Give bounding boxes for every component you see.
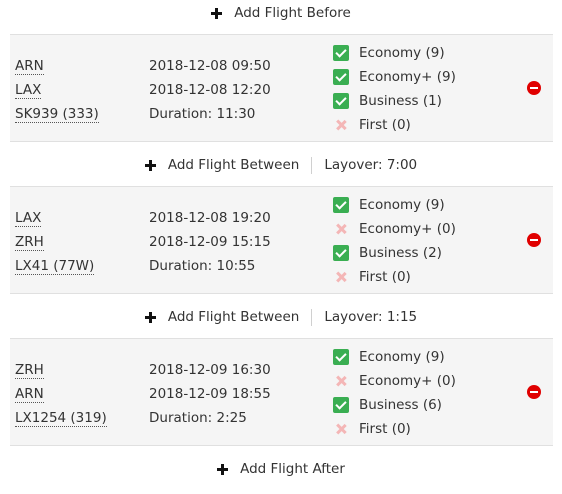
flight-number[interactable]: LX1254 (319)	[15, 410, 107, 427]
add-after-row: Add Flight After	[0, 457, 562, 481]
class-label: Business (6)	[359, 397, 442, 413]
class-option[interactable]: First (0)	[333, 417, 483, 441]
departure-time: 2018-12-09 16:30	[149, 362, 271, 378]
class-option[interactable]: First (0)	[333, 113, 483, 137]
plus-icon	[217, 463, 229, 475]
checkbox-checked-icon[interactable]	[333, 197, 349, 213]
flight-card: ARN LAX SK939 (333) 2018-12-08 09:50 201…	[10, 34, 553, 142]
divider	[311, 156, 313, 174]
duration: Duration: 10:55	[149, 258, 256, 274]
destination-airport[interactable]: LAX	[15, 82, 42, 99]
class-label: Business (1)	[359, 93, 442, 109]
class-label: Economy+ (0)	[359, 221, 456, 237]
class-list: Economy (9) Economy+ (0) Business (6) Fi…	[333, 345, 483, 441]
class-option[interactable]: Economy (9)	[333, 41, 483, 65]
class-option[interactable]: Business (1)	[333, 89, 483, 113]
add-flight-between-label: Add Flight Between	[167, 157, 300, 173]
add-flight-between-button[interactable]: Add Flight Between	[144, 309, 300, 325]
class-option[interactable]: Economy (9)	[333, 193, 483, 217]
cross-icon[interactable]	[333, 117, 349, 133]
times-column: 2018-12-09 16:30 2018-12-09 18:55 Durati…	[149, 358, 319, 430]
class-label: First (0)	[359, 269, 411, 285]
add-flight-before-button[interactable]: Add Flight Before	[211, 5, 351, 21]
cross-icon[interactable]	[333, 421, 349, 437]
class-list: Economy (9) Economy+ (0) Business (2) Fi…	[333, 193, 483, 289]
checkbox-checked-icon[interactable]	[333, 69, 349, 85]
add-flight-after-button[interactable]: Add Flight After	[217, 461, 345, 477]
class-label: Business (2)	[359, 245, 442, 261]
add-flight-after-label: Add Flight After	[240, 461, 345, 477]
divider	[311, 308, 313, 326]
departure-time: 2018-12-08 19:20	[149, 210, 271, 226]
checkbox-checked-icon[interactable]	[333, 245, 349, 261]
arrival-time: 2018-12-08 12:20	[149, 82, 271, 98]
class-option[interactable]: Economy+ (0)	[333, 217, 483, 241]
origin-airport[interactable]: ARN	[15, 58, 44, 75]
arrival-time: 2018-12-09 18:55	[149, 386, 271, 402]
class-list: Economy (9) Economy+ (9) Business (1) Fi…	[333, 41, 483, 137]
class-option[interactable]: Economy+ (0)	[333, 369, 483, 393]
class-option[interactable]: Economy (9)	[333, 345, 483, 369]
add-before-row: Add Flight Before	[0, 1, 562, 25]
class-label: Economy (9)	[359, 349, 445, 365]
class-label: Economy+ (9)	[359, 69, 456, 85]
remove-circle-icon[interactable]	[527, 385, 541, 399]
layover-text: Layover: 1:15	[324, 309, 418, 325]
cross-icon[interactable]	[333, 373, 349, 389]
class-label: First (0)	[359, 421, 411, 437]
departure-time: 2018-12-08 09:50	[149, 58, 271, 74]
class-label: Economy (9)	[359, 45, 445, 61]
class-option[interactable]: First (0)	[333, 265, 483, 289]
destination-airport[interactable]: ARN	[15, 386, 44, 403]
flight-card: ZRH ARN LX1254 (319) 2018-12-09 16:30 20…	[10, 338, 553, 446]
add-flight-between-label: Add Flight Between	[167, 309, 300, 325]
duration: Duration: 11:30	[149, 106, 256, 122]
arrival-time: 2018-12-09 15:15	[149, 234, 271, 250]
class-option[interactable]: Business (6)	[333, 393, 483, 417]
class-option[interactable]: Economy+ (9)	[333, 65, 483, 89]
between-row: Add Flight Between Layover: 7:00	[0, 153, 562, 177]
between-row: Add Flight Between Layover: 1:15	[0, 305, 562, 329]
plus-icon	[211, 7, 223, 19]
plus-icon	[144, 159, 156, 171]
route-column: ZRH ARN LX1254 (319)	[15, 358, 115, 430]
class-option[interactable]: Business (2)	[333, 241, 483, 265]
destination-airport[interactable]: ZRH	[15, 234, 44, 251]
origin-airport[interactable]: ZRH	[15, 362, 44, 379]
cross-icon[interactable]	[333, 221, 349, 237]
flight-card: LAX ZRH LX41 (77W) 2018-12-08 19:20 2018…	[10, 186, 553, 294]
checkbox-checked-icon[interactable]	[333, 349, 349, 365]
class-label: First (0)	[359, 117, 411, 133]
class-label: Economy+ (0)	[359, 373, 456, 389]
times-column: 2018-12-08 19:20 2018-12-09 15:15 Durati…	[149, 206, 319, 278]
add-flight-before-label: Add Flight Before	[234, 5, 351, 21]
checkbox-checked-icon[interactable]	[333, 45, 349, 61]
plus-icon	[144, 311, 156, 323]
remove-circle-icon[interactable]	[527, 233, 541, 247]
remove-circle-icon[interactable]	[527, 81, 541, 95]
origin-airport[interactable]: LAX	[15, 210, 42, 227]
checkbox-checked-icon[interactable]	[333, 93, 349, 109]
checkbox-checked-icon[interactable]	[333, 397, 349, 413]
layover-text: Layover: 7:00	[324, 157, 418, 173]
class-label: Economy (9)	[359, 197, 445, 213]
add-flight-between-button[interactable]: Add Flight Between	[144, 157, 300, 173]
cross-icon[interactable]	[333, 269, 349, 285]
flight-number[interactable]: LX41 (77W)	[15, 258, 95, 275]
times-column: 2018-12-08 09:50 2018-12-08 12:20 Durati…	[149, 54, 319, 126]
route-column: ARN LAX SK939 (333)	[15, 54, 115, 126]
duration: Duration: 2:25	[149, 410, 247, 426]
route-column: LAX ZRH LX41 (77W)	[15, 206, 115, 278]
flight-number[interactable]: SK939 (333)	[15, 106, 99, 123]
